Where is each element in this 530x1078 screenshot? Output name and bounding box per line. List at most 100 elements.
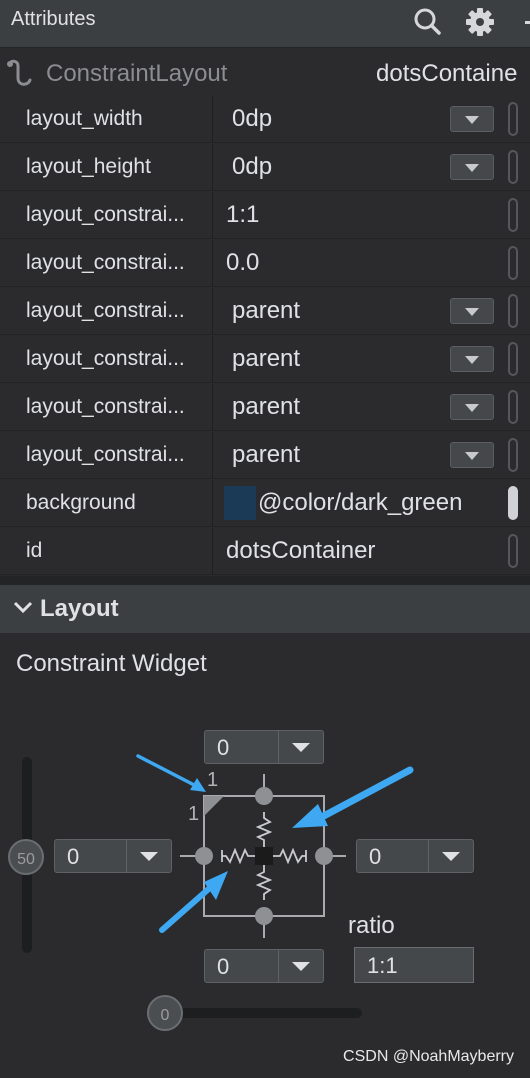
column-separator [212,432,213,479]
bottom-margin-value: 0 [217,954,230,979]
search-icon[interactable] [410,5,444,39]
attribute-name: layout_constrai... [26,203,185,226]
ratio-label: ratio [348,912,395,939]
ratio-top-marker: 1 [207,769,218,791]
component-type: ConstraintLayout [46,60,228,87]
top-spring-icon [255,812,273,847]
arrowhead-top-right [292,804,328,828]
left-spring-icon [221,847,255,865]
attribute-value[interactable]: parent [232,297,300,325]
bottom-anchor[interactable] [255,907,273,925]
panel-title: Attributes [11,8,96,30]
chevron-down-icon[interactable] [126,840,171,872]
column-separator [212,288,213,335]
chevron-down-icon[interactable] [428,840,473,872]
attribute-row[interactable]: layout_constrai... parent [0,384,530,431]
chevron-down-icon[interactable] [278,950,323,982]
attribute-name: layout_width [26,107,143,130]
attribute-value[interactable]: parent [232,393,300,421]
ratio-left-marker: 1 [188,803,199,825]
attribute-value[interactable]: 0dp [232,105,272,133]
column-separator [212,336,213,383]
attribute-row[interactable]: id dotsContainer [0,528,530,575]
attribute-value[interactable]: dotsContainer [226,537,375,565]
value-indicator [508,198,518,232]
attribute-row[interactable]: layout_constrai... parent [0,288,530,335]
chevron-down-icon[interactable] [450,154,494,180]
attribute-value[interactable]: parent [232,441,300,469]
horizontal-bias-track[interactable] [160,1008,362,1018]
column-separator [212,480,213,527]
arrow-top-right [316,766,414,822]
value-indicator [508,102,518,136]
attribute-name: layout_constrai... [26,395,185,418]
column-separator [212,240,213,287]
color-swatch[interactable] [224,486,256,520]
top-anchor[interactable] [255,787,273,805]
attribute-value[interactable]: @color/dark_green [258,489,462,517]
attribute-value[interactable]: 1:1 [226,201,259,229]
value-indicator [508,486,518,520]
component-header: ConstraintLayout dotsContaine [0,48,530,95]
value-indicator [508,342,518,376]
watermark: CSDN @NoahMayberry [343,1048,514,1065]
attribute-row[interactable]: layout_constrai... 0.0 [0,240,530,287]
bottom-spring-icon [255,865,273,900]
right-anchor[interactable] [315,847,333,865]
chevron-down-icon[interactable] [450,346,494,372]
chevron-down-icon[interactable] [278,731,323,763]
attribute-row[interactable]: layout_constrai... 1:1 [0,192,530,239]
column-separator [212,192,213,239]
attribute-value[interactable]: 0dp [232,153,272,181]
attribute-row[interactable]: layout_constrai... parent [0,336,530,383]
left-margin-dropdown[interactable]: 0 [54,839,172,873]
value-indicator [508,390,518,424]
attribute-value[interactable]: 0.0 [226,249,259,277]
attribute-name: layout_constrai... [26,251,185,274]
minimize-icon[interactable] [512,5,530,39]
chevron-down-icon[interactable] [450,394,494,420]
attribute-value[interactable]: parent [232,345,300,373]
attributes-header: Attributes [0,0,530,48]
chevron-down-icon[interactable] [450,106,494,132]
arrowhead-bottom-left [204,871,228,900]
attribute-name: background [26,491,136,514]
attribute-row[interactable]: background @color/dark_green [0,480,530,527]
chevron-down-icon[interactable] [12,596,34,618]
layout-section-header[interactable]: Layout [0,585,530,633]
right-margin-dropdown[interactable]: 0 [356,839,474,873]
left-margin-value: 0 [67,844,80,869]
vertical-bias-value: 50 [17,851,35,868]
attribute-name: layout_height [26,155,151,178]
ratio-corner-icon[interactable] [204,796,224,816]
attribute-name: layout_constrai... [26,347,185,370]
gear-icon[interactable] [463,5,497,39]
ratio-input[interactable]: 1:1 [354,947,474,983]
top-margin-dropdown[interactable]: 0 [204,730,324,764]
value-indicator [508,246,518,280]
constraint-widget-title: Constraint Widget [16,650,207,677]
layout-section-title: Layout [40,595,119,622]
constraint-layout-icon [7,59,32,86]
attribute-name: layout_constrai... [26,443,185,466]
ratio-value: 1:1 [367,953,398,978]
left-anchor[interactable] [195,847,213,865]
chevron-down-icon[interactable] [450,442,494,468]
top-margin-value: 0 [217,735,230,760]
column-separator [212,528,213,575]
view-center [255,847,273,865]
attribute-row[interactable]: layout_constrai... parent [0,432,530,479]
column-separator [212,96,213,143]
component-id: dotsContaine [376,60,518,87]
attribute-row[interactable]: layout_width 0dp [0,96,530,143]
horizontal-bias-value: 0 [161,1007,170,1024]
attribute-row[interactable]: layout_height 0dp [0,144,530,191]
arrow-ratio [136,754,202,790]
bottom-margin-dropdown[interactable]: 0 [204,949,324,983]
column-separator [212,144,213,191]
right-spring-icon [273,847,307,865]
value-indicator [508,294,518,328]
section-divider [0,576,530,585]
attribute-name: id [26,539,43,562]
chevron-down-icon[interactable] [450,298,494,324]
